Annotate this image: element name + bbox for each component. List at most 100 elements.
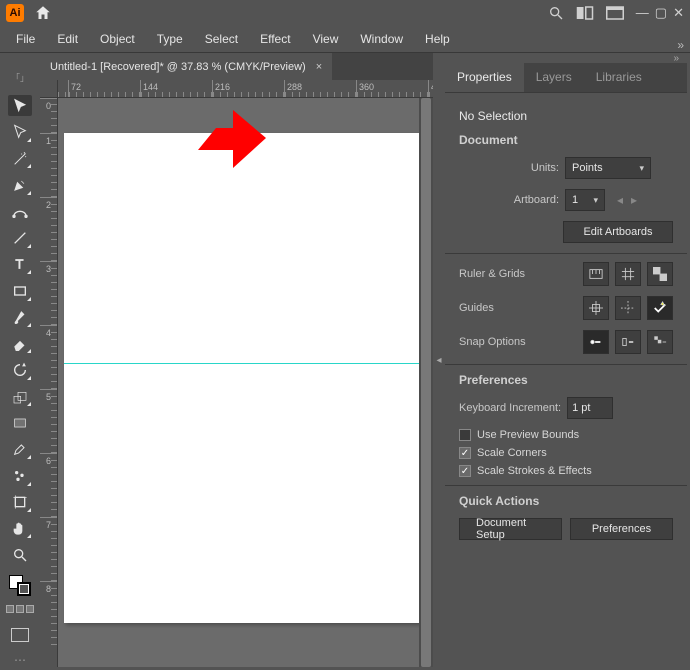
chevron-down-icon: ▾ <box>593 195 598 206</box>
screen-mode-toggle[interactable] <box>11 628 29 642</box>
artboard-tool[interactable] <box>8 492 32 513</box>
menu-view[interactable]: View <box>303 28 349 50</box>
snap-point-icon[interactable] <box>583 330 609 354</box>
app-icon: Ai <box>6 4 24 22</box>
main-area: 「」 T ⋯ Untitled-1 [Recovered]* @ 37.83 %… <box>4 53 687 667</box>
edit-toolbar-icon[interactable]: ⋯ <box>14 653 26 667</box>
document-tab-row: Untitled-1 [Recovered]* @ 37.83 % (CMYK/… <box>40 53 433 80</box>
type-tool[interactable]: T <box>8 254 32 275</box>
collapse-panel-icon[interactable]: » <box>445 53 687 63</box>
checkbox-label: Scale Corners <box>477 447 547 459</box>
smart-guides-icon[interactable] <box>647 296 673 320</box>
title-bar: Ai — ▢ ✕ <box>0 0 690 26</box>
window-controls: — ▢ ✕ <box>636 5 684 21</box>
pen-tool[interactable] <box>8 174 32 195</box>
menu-help[interactable]: Help <box>415 28 460 50</box>
prev-artboard-icon[interactable]: ◂ <box>617 193 623 207</box>
snap-pixel-icon[interactable] <box>647 330 673 354</box>
menu-select[interactable]: Select <box>195 28 248 50</box>
transparency-grid-icon[interactable] <box>647 262 673 286</box>
tab-layers[interactable]: Layers <box>524 63 584 92</box>
ruler-tick: 8 <box>40 581 57 645</box>
symbol-sprayer-tool[interactable] <box>8 465 32 486</box>
artboard[interactable] <box>64 133 424 623</box>
scale-corners-checkbox[interactable]: ✓Scale Corners <box>459 447 673 459</box>
tools-grip[interactable]: 「」 <box>11 71 29 84</box>
svg-text:T: T <box>15 257 23 272</box>
ruler-tick: 288 <box>287 82 302 92</box>
next-artboard-icon[interactable]: ▸ <box>631 193 637 207</box>
vertical-ruler[interactable]: 0 1 2 3 4 5 6 7 8 <box>40 98 58 667</box>
lock-guides-icon[interactable] <box>615 296 641 320</box>
artboard-label: Artboard: <box>459 194 559 206</box>
rectangle-tool[interactable] <box>8 280 32 301</box>
ruler-origin[interactable] <box>40 80 58 98</box>
menu-type[interactable]: Type <box>147 28 193 50</box>
use-preview-bounds-checkbox[interactable]: Use Preview Bounds <box>459 429 673 441</box>
horizontal-ruler[interactable]: 72 144 216 288 360 432 504 576 <box>58 80 433 98</box>
panel-dock-strip[interactable]: ◂ <box>433 53 445 667</box>
fill-stroke-swatch[interactable] <box>9 575 31 596</box>
tab-properties[interactable]: Properties <box>445 63 524 92</box>
menu-bar: File Edit Object Type Select Effect View… <box>0 26 690 53</box>
close-button[interactable]: ✕ <box>673 5 684 21</box>
line-tool[interactable] <box>8 227 32 248</box>
grid-toggle-icon[interactable] <box>615 262 641 286</box>
zoom-tool[interactable] <box>8 544 32 565</box>
ruler-tick: 144 <box>143 82 158 92</box>
preferences-section-title: Preferences <box>459 373 673 387</box>
brush-tool[interactable] <box>8 307 32 328</box>
document-setup-button[interactable]: Document Setup <box>459 518 562 540</box>
vertical-scrollbar[interactable] <box>419 98 433 667</box>
artboard-select[interactable]: 1▾ <box>565 189 605 211</box>
maximize-button[interactable]: ▢ <box>655 5 667 21</box>
hand-tool[interactable] <box>8 518 32 539</box>
menu-effect[interactable]: Effect <box>250 28 300 50</box>
ruler-grids-label: Ruler & Grids <box>459 268 525 280</box>
snap-grid-icon[interactable] <box>615 330 641 354</box>
document-tab[interactable]: Untitled-1 [Recovered]* @ 37.83 % (CMYK/… <box>40 53 332 80</box>
curvature-tool[interactable] <box>8 201 32 222</box>
color-mode-toggles[interactable] <box>6 605 34 613</box>
menu-window[interactable]: Window <box>350 28 413 50</box>
tab-libraries[interactable]: Libraries <box>584 63 654 92</box>
expand-panels-icon[interactable]: » <box>677 38 684 52</box>
magic-wand-tool[interactable] <box>8 148 32 169</box>
units-select[interactable]: Points▾ <box>565 157 651 179</box>
workspace-icon[interactable] <box>606 6 624 20</box>
rotate-tool[interactable] <box>8 359 32 380</box>
eraser-tool[interactable] <box>8 333 32 354</box>
home-icon[interactable] <box>34 4 52 22</box>
horizontal-guide[interactable] <box>64 363 424 364</box>
preferences-button[interactable]: Preferences <box>570 518 673 540</box>
ruler-tick: 432 <box>431 82 433 92</box>
selection-tool[interactable] <box>8 95 32 116</box>
ruler-tick: 5 <box>40 389 57 453</box>
menu-object[interactable]: Object <box>90 28 145 50</box>
keyboard-increment-field[interactable]: 1 pt <box>567 397 613 419</box>
canvas-viewport[interactable] <box>58 98 433 667</box>
ruler-tick: 4 <box>40 325 57 389</box>
scale-strokes-checkbox[interactable]: ✓Scale Strokes & Effects <box>459 465 673 477</box>
direct-selection-tool[interactable] <box>8 121 32 142</box>
eyedropper-tool[interactable] <box>8 439 32 460</box>
close-tab-icon[interactable]: × <box>316 61 322 73</box>
scale-tool[interactable] <box>8 386 32 407</box>
show-guides-icon[interactable] <box>583 296 609 320</box>
tools-panel: 「」 T ⋯ <box>4 53 36 667</box>
minimize-button[interactable]: — <box>636 5 649 21</box>
edit-artboards-button[interactable]: Edit Artboards <box>563 221 673 243</box>
document-area: Untitled-1 [Recovered]* @ 37.83 % (CMYK/… <box>40 53 433 667</box>
menu-edit[interactable]: Edit <box>47 28 88 50</box>
arrange-icon[interactable] <box>576 6 594 20</box>
gradient-tool[interactable] <box>8 412 32 433</box>
ruler-toggle-icon[interactable] <box>583 262 609 286</box>
ruler-tick: 3 <box>40 261 57 325</box>
units-label: Units: <box>459 162 559 174</box>
menu-file[interactable]: File <box>6 28 45 50</box>
document-tab-title: Untitled-1 [Recovered]* @ 37.83 % (CMYK/… <box>50 61 306 73</box>
keyboard-increment-label: Keyboard Increment: <box>459 402 561 414</box>
ruler-tick: 360 <box>359 82 374 92</box>
search-icon[interactable] <box>548 5 564 21</box>
ruler-tick: 6 <box>40 453 57 517</box>
